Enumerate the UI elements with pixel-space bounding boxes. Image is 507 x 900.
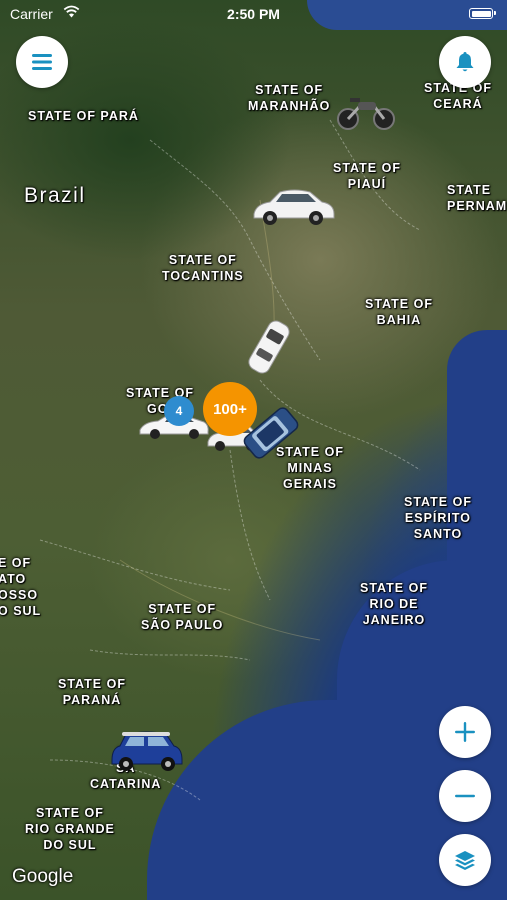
country-label: Brazil [24,184,86,207]
state-label-rio-grande-do-sul: STATE OF RIO GRANDE DO SUL [25,806,115,852]
cluster-marker-small[interactable]: 4 [164,396,194,426]
status-time: 2:50 PM [227,6,280,22]
state-label-rio-de-janeiro: STATE OF RIO DE JANEIRO [360,581,428,627]
state-label-para: STATE OF PARÁ [28,109,139,123]
state-label-bahia: STATE OF BAHIA [365,297,433,327]
google-logo: Google [12,866,74,887]
menu-button[interactable] [16,36,68,88]
car-marker-blue[interactable] [236,398,306,468]
mini-car-marker[interactable] [108,728,186,774]
bell-icon [456,52,474,72]
layers-button[interactable] [439,834,491,886]
state-label-tocantins: STATE OF TOCANTINS [162,253,244,283]
state-label-maranhao: STATE OF MARANHÃO [248,83,331,113]
state-label-piaui: STATE OF PIAUÍ [333,161,401,191]
state-label-sao-paulo: STATE OF SÃO PAULO [141,602,224,632]
zoom-in-button[interactable] [439,706,491,758]
state-label-espirito-santo: STATE OF ESPÍRITO SANTO [404,495,472,541]
notifications-button[interactable] [439,36,491,88]
car-marker-bahia[interactable] [244,316,294,378]
state-label-pernambuco: STATE PERNAM [447,183,507,213]
state-label-parana: STATE OF PARANÁ [58,677,126,707]
car-marker-piaui[interactable] [250,186,336,228]
cluster-count: 4 [175,404,183,418]
motorcycle-marker[interactable] [336,92,396,132]
zoom-out-button[interactable] [439,770,491,822]
plus-icon [455,722,475,742]
status-bar: Carrier 2:50 PM [0,0,507,28]
layers-icon [455,851,475,870]
battery-icon [469,8,496,19]
minus-icon [455,794,475,798]
hamburger-icon [32,54,52,70]
map-screen[interactable]: Brazil STATE OF PARÁ STATE OF MARANHÃO S… [0,0,507,900]
state-label-mato-grosso-do-sul: E OF ATO OSSO O SUL [0,556,42,618]
